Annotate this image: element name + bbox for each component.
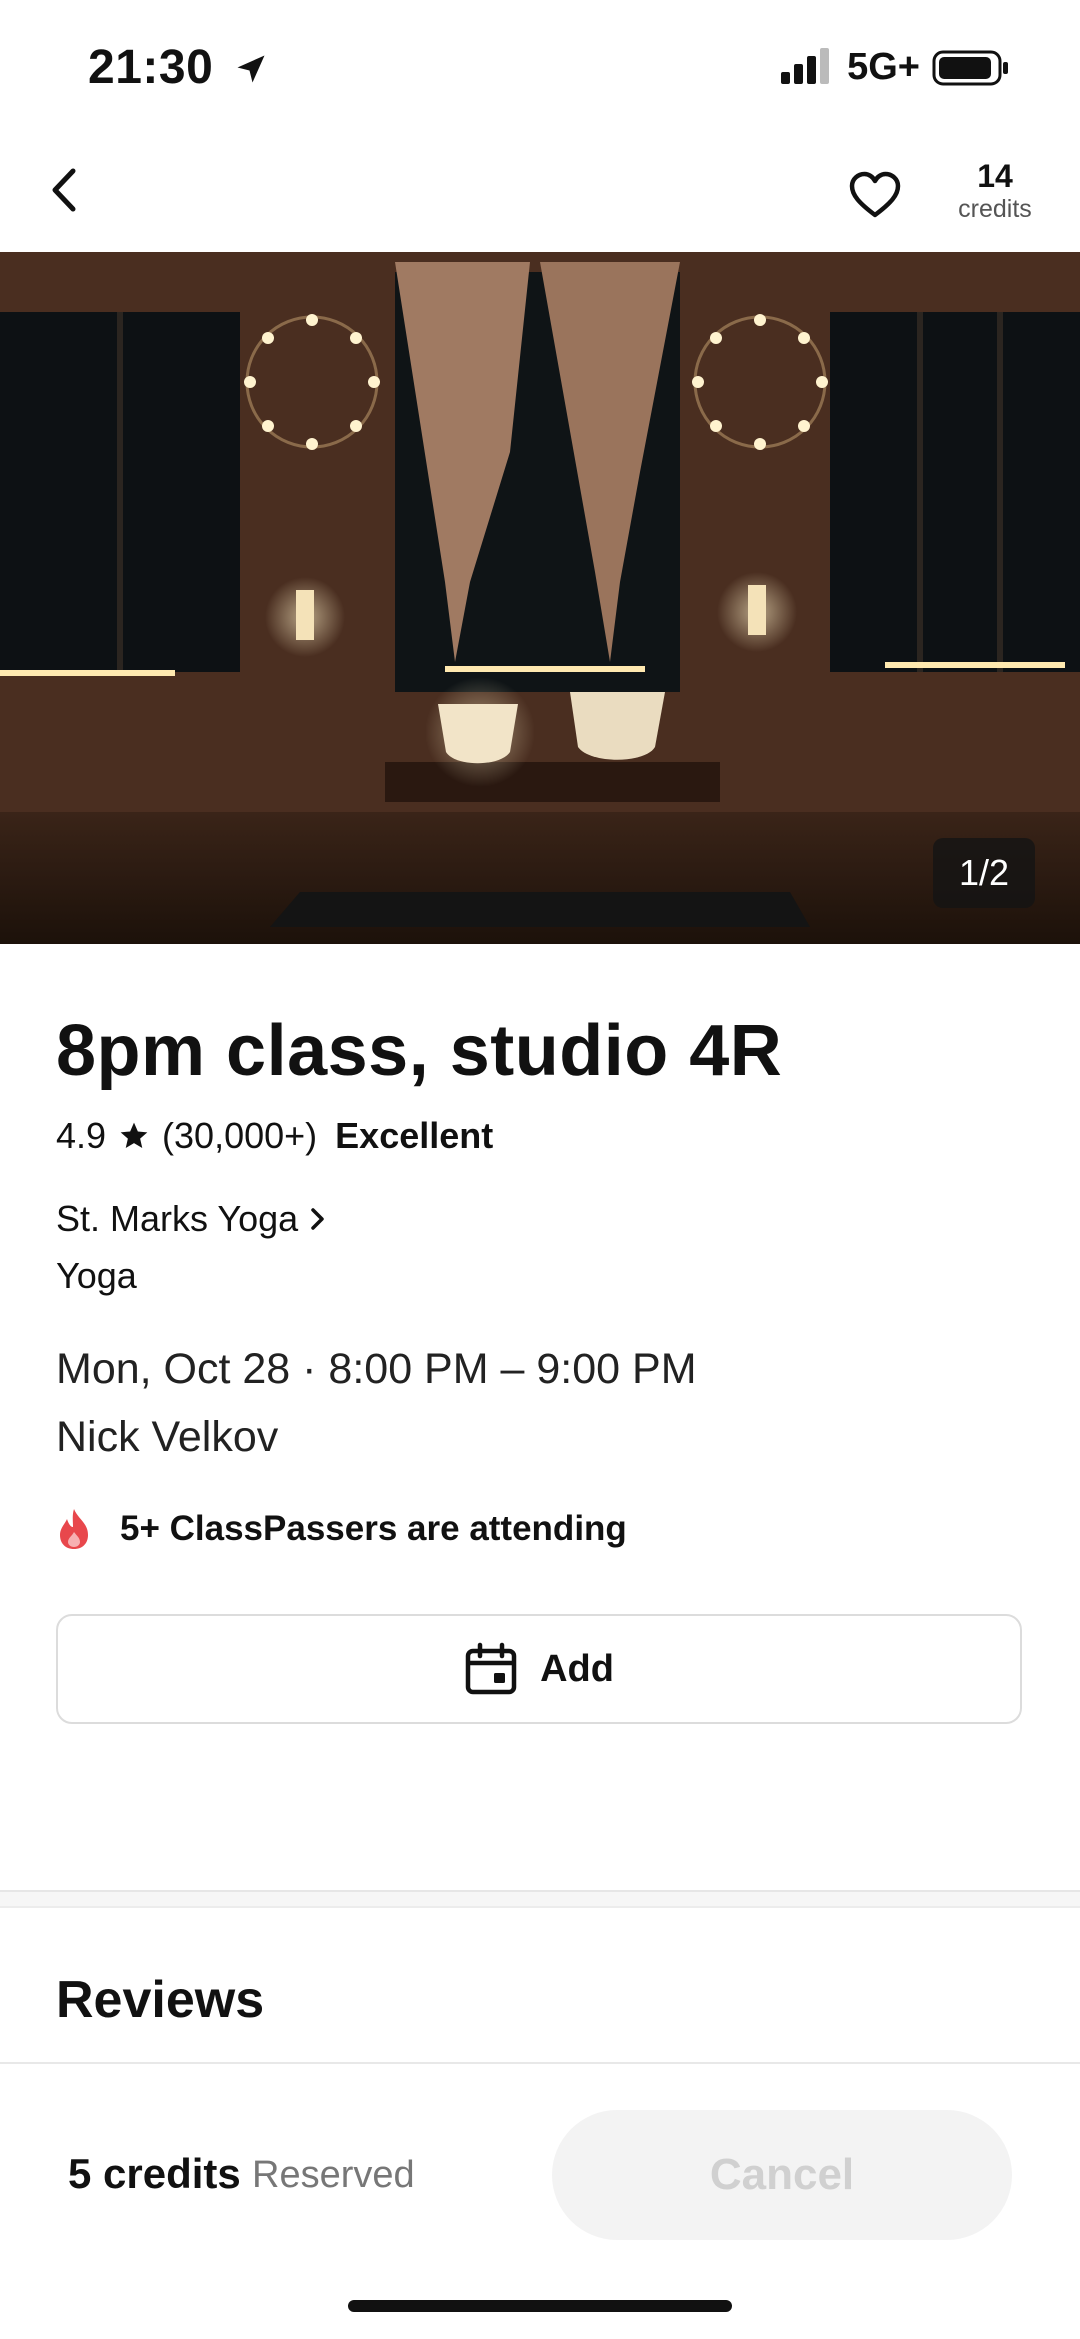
add-button-label: Add [540, 1647, 614, 1690]
rating-value: 4.9 [56, 1115, 107, 1156]
reviews-heading: Reviews [56, 1971, 265, 2029]
credits-balance[interactable]: 14 credits [945, 158, 1045, 224]
home-indicator[interactable] [348, 2300, 732, 2312]
location-arrow-icon [237, 55, 265, 83]
rating-label: Excellent [335, 1115, 494, 1156]
rating-count: (30,000+) [162, 1115, 318, 1156]
section-divider [0, 1890, 1080, 1908]
battery-icon [932, 50, 1008, 85]
back-chevron-icon [52, 168, 76, 212]
add-to-calendar-button[interactable]: Add [56, 1614, 1022, 1724]
chevron-right-icon [311, 1208, 324, 1230]
photo-pager: 1/2 [932, 838, 1035, 908]
favorite-button[interactable] [840, 160, 910, 230]
class-title: 8pm class, studio 4R [56, 1011, 783, 1091]
class-datetime: Mon, Oct 28 · 8:00 PM – 9:00 PM [56, 1345, 697, 1393]
attending-text: 5+ ClassPassers are attending [120, 1509, 627, 1548]
status-indicators: 5G+ [779, 46, 1010, 89]
cancel-button[interactable]: Cancel [552, 2110, 1012, 2240]
class-photo[interactable] [0, 252, 1080, 944]
rating-row[interactable]: 4.9 (30,000+) Excellent [56, 1115, 493, 1157]
instructor-name: Nick Velkov [56, 1413, 279, 1461]
signal-icon [781, 47, 830, 84]
booking-price: 5 credits [68, 2150, 241, 2197]
calendar-icon [465, 1642, 517, 1695]
back-button[interactable] [30, 155, 100, 225]
fire-icon [60, 1509, 88, 1549]
class-category: Yoga [56, 1255, 137, 1296]
heart-icon [849, 171, 901, 218]
credits-label: credits [958, 195, 1032, 223]
status-time: 21:30 [88, 40, 269, 95]
studio-illustration [0, 252, 1080, 944]
network-type: 5G+ [847, 46, 920, 88]
star-icon [120, 1122, 148, 1148]
studio-link[interactable]: St. Marks Yoga [56, 1198, 328, 1240]
studio-name: St. Marks Yoga [56, 1198, 299, 1239]
credits-count: 14 [977, 158, 1013, 194]
booking-status: Reserved [252, 2154, 415, 2196]
attending-info: 5+ ClassPassers are attending [56, 1507, 627, 1551]
